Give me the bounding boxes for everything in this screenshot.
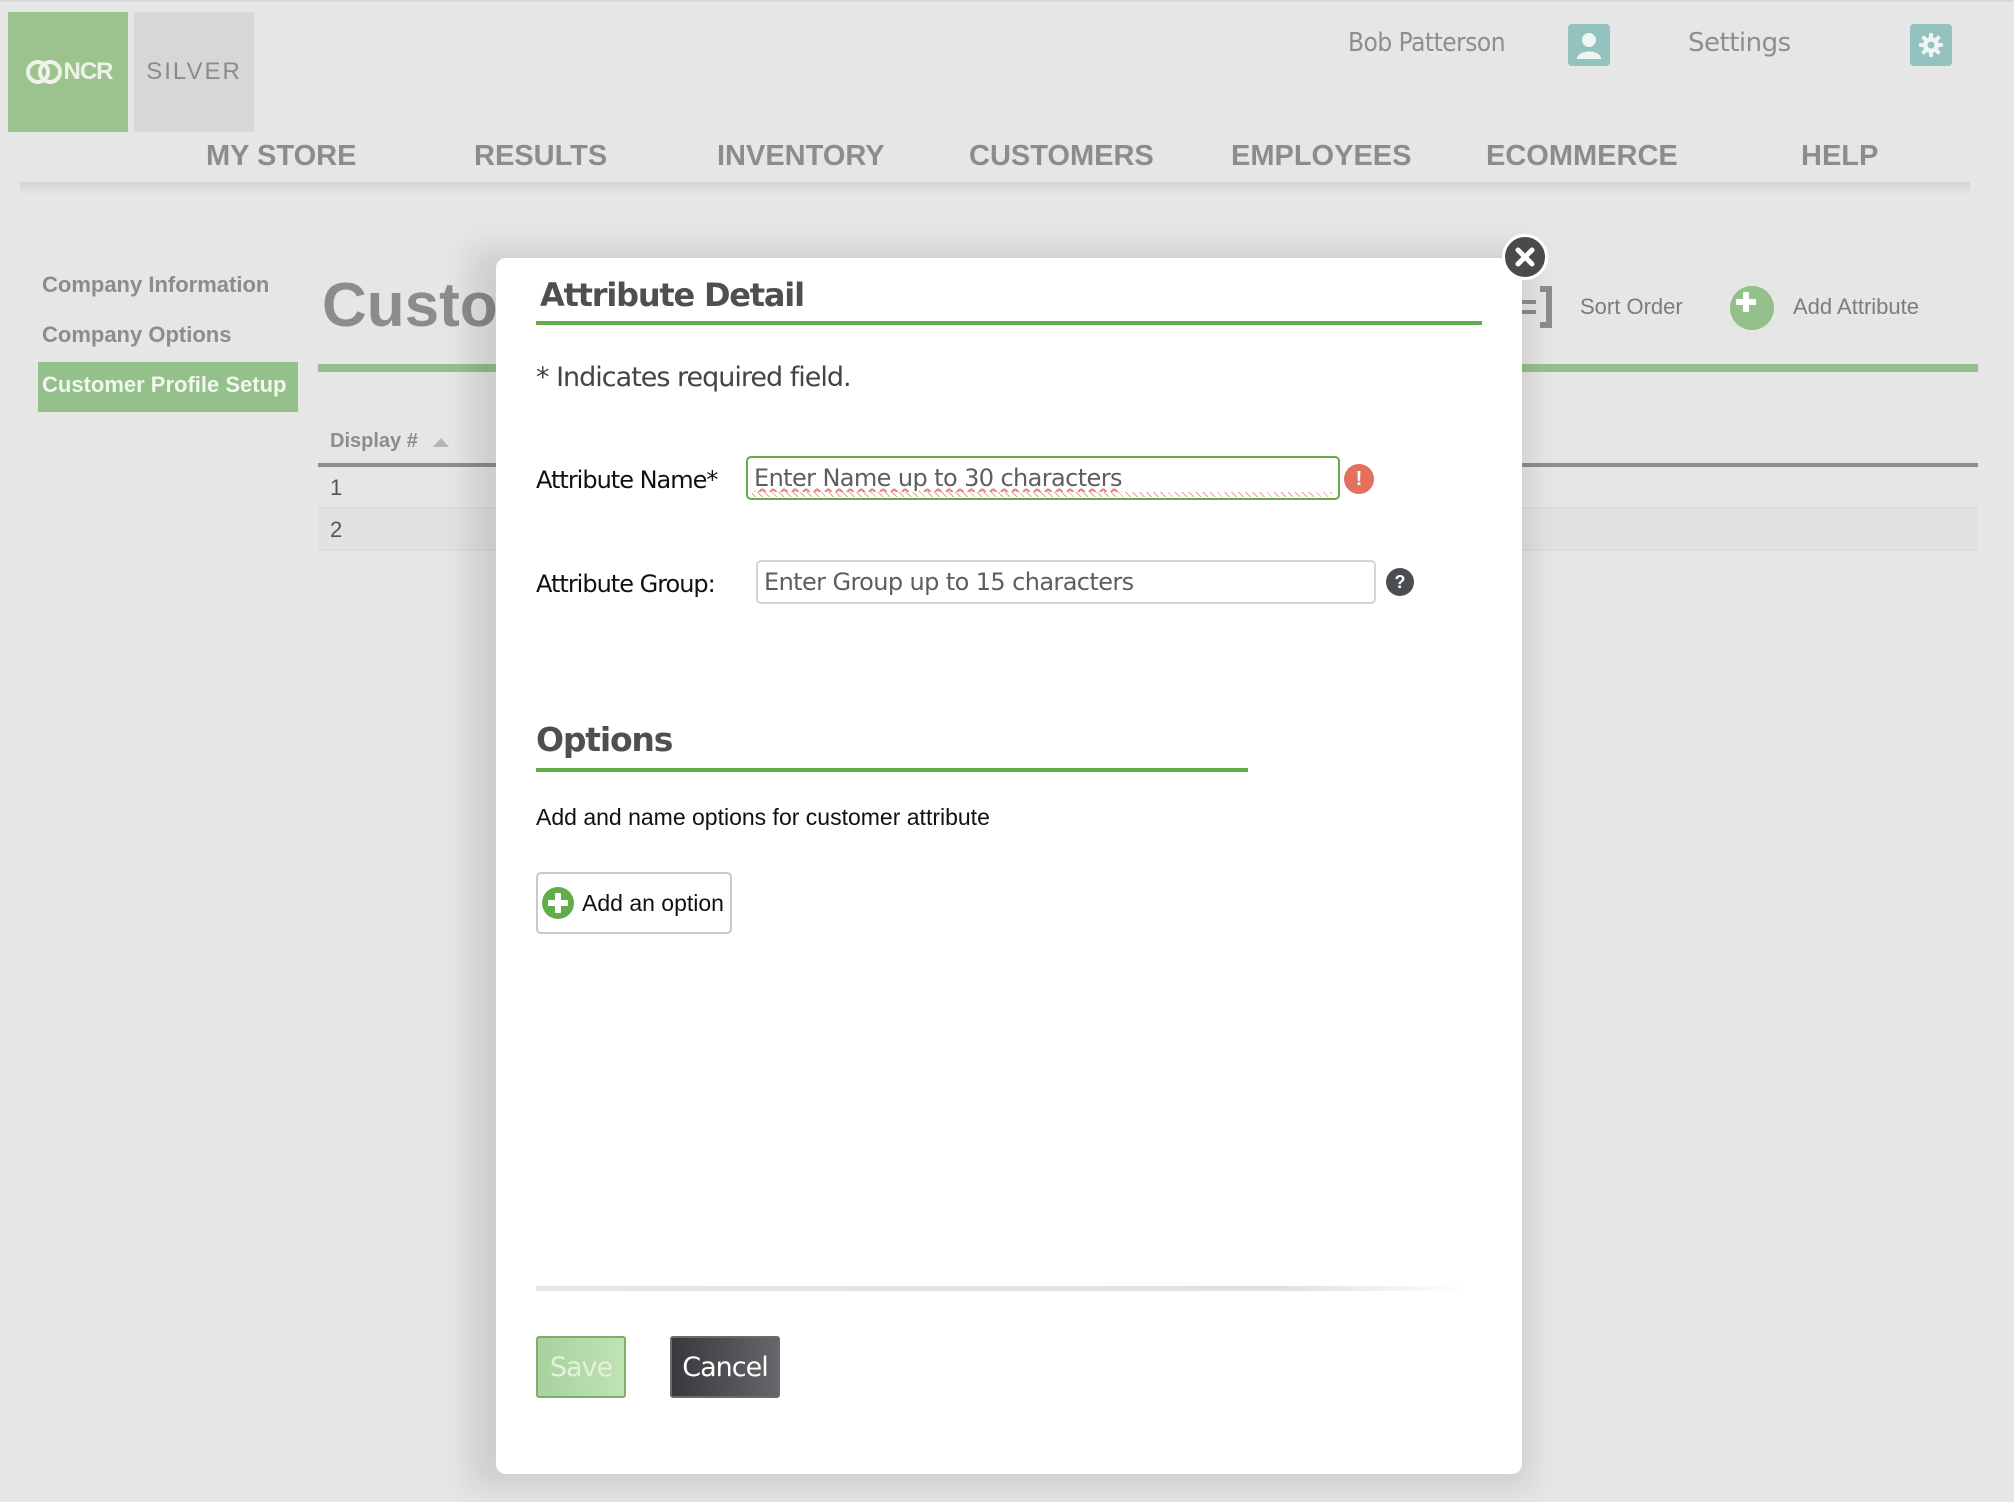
- add-attribute-icon[interactable]: [1730, 286, 1774, 330]
- nav-results[interactable]: RESULTS: [474, 140, 607, 174]
- ncr-logo-text: NCR: [24, 58, 114, 86]
- cell-display-number: 1: [330, 475, 343, 500]
- help-icon[interactable]: ?: [1386, 568, 1414, 596]
- silver-logo[interactable]: SILVER: [134, 12, 254, 132]
- settings-link[interactable]: Settings: [1688, 28, 1791, 58]
- user-profile-button[interactable]: [1568, 24, 1610, 66]
- error-icon: !: [1344, 464, 1374, 494]
- attribute-name-label: Attribute Name*: [536, 466, 718, 494]
- sidebar-item-company-information[interactable]: Company Information: [42, 272, 269, 298]
- add-circle-icon: [542, 887, 574, 919]
- options-section-title: Options: [536, 720, 673, 759]
- gear-icon: [1919, 33, 1943, 57]
- top-border: [0, 0, 2014, 2]
- nav-shadow: [20, 182, 1970, 196]
- save-button[interactable]: Save: [536, 1336, 626, 1398]
- ncr-logo-label: NCR: [63, 58, 114, 85]
- required-field-note: * Indicates required field.: [536, 362, 852, 393]
- nav-help[interactable]: HELP: [1801, 140, 1878, 174]
- sort-ascending-icon[interactable]: [433, 438, 449, 447]
- plus-icon: [1730, 286, 1774, 330]
- dialog-title-divider: [536, 321, 1482, 325]
- attribute-group-label: Attribute Group:: [536, 570, 716, 598]
- user-icon: [1577, 33, 1601, 59]
- options-section-divider: [536, 768, 1248, 772]
- spellcheck-underline: [752, 492, 1332, 497]
- nav-customers[interactable]: CUSTOMERS: [969, 140, 1154, 174]
- ncr-logo[interactable]: NCR: [8, 12, 128, 132]
- dialog-title: Attribute Detail: [540, 276, 805, 314]
- add-attribute-button[interactable]: Add Attribute: [1793, 294, 1919, 320]
- options-description: Add and name options for customer attrib…: [536, 804, 990, 830]
- silver-logo-text: SILVER: [146, 58, 242, 85]
- ncr-rings-icon: [25, 60, 62, 84]
- cell-display-number: 2: [330, 517, 343, 542]
- error-icon-glyph: !: [1355, 467, 1363, 490]
- settings-button[interactable]: [1910, 24, 1952, 66]
- footer-divider: [536, 1286, 1466, 1291]
- cancel-button[interactable]: Cancel: [670, 1336, 780, 1398]
- sidebar-item-label: Customer Profile Setup: [42, 372, 287, 397]
- nav-ecommerce[interactable]: ECOMMERCE: [1486, 140, 1678, 174]
- nav-employees[interactable]: EMPLOYEES: [1231, 140, 1412, 174]
- sidebar-item-company-options[interactable]: Company Options: [42, 322, 231, 348]
- close-icon: [1515, 247, 1535, 267]
- attribute-detail-dialog: Attribute Detail * Indicates required fi…: [496, 258, 1522, 1474]
- attribute-group-input[interactable]: [756, 560, 1376, 604]
- sidebar-item-customer-profile-setup[interactable]: Customer Profile Setup: [38, 362, 298, 412]
- help-icon-glyph: ?: [1394, 571, 1406, 592]
- sort-order-button[interactable]: Sort Order: [1580, 294, 1683, 320]
- add-option-button[interactable]: Add an option: [536, 872, 732, 934]
- user-name-link[interactable]: Bob Patterson: [1348, 28, 1506, 58]
- close-dialog-button[interactable]: [1502, 234, 1548, 280]
- column-header-display-number[interactable]: Display #: [330, 430, 418, 453]
- nav-inventory[interactable]: INVENTORY: [717, 140, 885, 174]
- add-option-label: Add an option: [582, 889, 724, 916]
- nav-my-store[interactable]: MY STORE: [206, 140, 356, 174]
